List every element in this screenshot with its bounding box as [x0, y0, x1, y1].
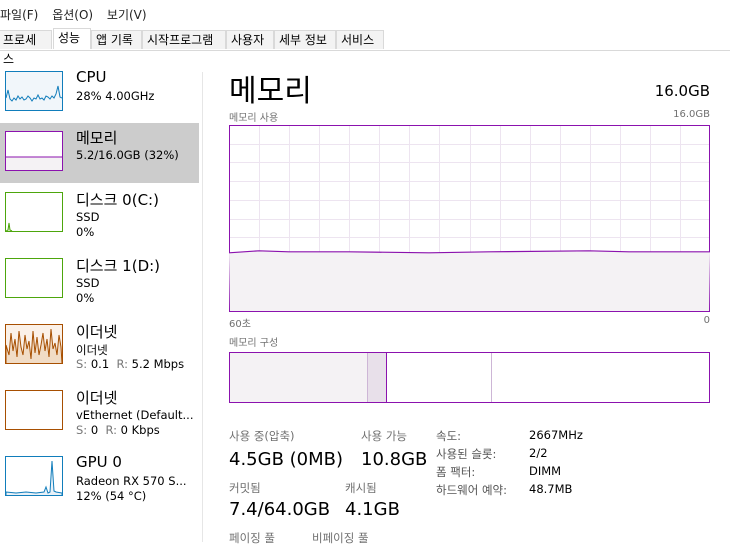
memory-sparkline — [6, 132, 62, 170]
form-factor-value: DIMM — [529, 464, 562, 478]
composition-modified[interactable] — [367, 353, 387, 402]
in-use-label: 사용 중(압축) — [229, 429, 295, 443]
sidebar-item-detail: SSD — [76, 210, 100, 224]
sidebar-item-throughput: S: 0.1 R: 5.2 Mbps — [76, 357, 185, 371]
committed-value: 7.4/64.0GB — [229, 499, 331, 520]
sidebar-item-title: 이더넷 — [76, 323, 118, 341]
graph-time-end: 0 — [703, 315, 710, 326]
composition-label: 메모리 구성 — [229, 338, 279, 349]
sidebar-item-title: 디스크 1(D:) — [76, 257, 161, 275]
disk0-sparkline — [5, 222, 13, 232]
sidebar-item-disk1[interactable]: 디스크 1(D:) SSD 0% — [0, 251, 199, 311]
cpu-sparkline — [5, 72, 63, 110]
sidebar-item-detail: 이더넷 — [76, 343, 108, 357]
sidebar-item-vethernet[interactable]: 이더넷 vEthernet (Default... S: 0 R: 0 Kbps — [0, 383, 199, 443]
available-value: 10.8GB — [361, 449, 428, 470]
usage-graph-max: 16.0GB — [673, 109, 710, 120]
page-title: 메모리 — [229, 74, 312, 109]
sidebar-item-title: CPU — [76, 68, 107, 86]
sidebar-item-detail: vEthernet (Default... — [76, 408, 194, 422]
cpu-thumbnail — [5, 71, 63, 111]
tab-details[interactable]: 세부 정보 — [274, 30, 336, 49]
hardware-reserved-label: 하드웨어 예약: — [436, 483, 508, 497]
speed-value: 2667MHz — [529, 428, 583, 442]
memory-usage-graph — [229, 125, 710, 312]
sidebar-item-detail: Radeon RX 570 S... — [76, 474, 187, 488]
tab-performance[interactable]: 성능 — [53, 28, 91, 49]
graph-time-start: 60초 — [229, 319, 251, 330]
nonpaged-pool-label: 비페이징 풀 — [312, 531, 369, 545]
sidebar-item-throughput: S: 0 R: 0 Kbps — [76, 423, 160, 437]
in-use-value: 4.5GB (0MB) — [229, 449, 344, 470]
sidebar-item-title: 디스크 0(C:) — [76, 191, 159, 209]
sidebar-item-title: GPU 0 — [76, 453, 122, 471]
ethernet-thumbnail — [5, 324, 63, 364]
sidebar-item-title: 이더넷 — [76, 389, 118, 407]
memory-thumbnail — [5, 131, 63, 171]
total-memory: 16.0GB — [654, 82, 710, 100]
menu-bar: 파일(F) 옵션(O) 보기(V) — [0, 6, 157, 24]
composition-in-use[interactable] — [230, 353, 367, 402]
sidebar-item-detail: 28% 4.00GHz — [76, 89, 155, 103]
committed-label: 커밋됨 — [229, 481, 261, 495]
tab-app-history[interactable]: 앱 기록 — [91, 30, 142, 49]
hardware-reserved-value: 48.7MB — [529, 482, 573, 496]
form-factor-label: 폼 팩터: — [436, 465, 476, 479]
gpu-thumbnail — [5, 456, 63, 496]
disk1-thumbnail — [5, 258, 63, 298]
tab-startup[interactable]: 시작프로그램 — [142, 30, 226, 49]
sidebar-item-title: 메모리 — [76, 129, 118, 147]
disk0-thumbnail — [5, 192, 63, 232]
ethernet-sparkline — [5, 325, 63, 364]
composition-standby-divider — [491, 353, 492, 402]
composition-divider — [386, 353, 387, 402]
performance-sidebar: CPU 28% 4.00GHz 메모리 5.2/16.0GB (32%) 디스크… — [0, 52, 202, 545]
menu-view[interactable]: 보기(V) — [107, 8, 147, 22]
available-label: 사용 가능 — [361, 429, 407, 443]
cached-value: 4.1GB — [345, 499, 400, 520]
sidebar-item-detail: 5.2/16.0GB (32%) — [76, 148, 179, 162]
slots-value: 2/2 — [529, 446, 548, 460]
tab-users[interactable]: 사용자 — [226, 30, 274, 49]
cached-label: 캐시됨 — [345, 481, 377, 495]
tab-services[interactable]: 서비스 — [336, 30, 384, 49]
tab-processes[interactable]: 프로세스 — [0, 30, 52, 66]
sidebar-item-usage: 12% (54 °C) — [76, 489, 147, 503]
paged-pool-label: 페이징 풀 — [229, 531, 275, 545]
tab-strip: 프로세스 성능 앱 기록 시작프로그램 사용자 세부 정보 서비스 — [0, 28, 730, 66]
speed-label: 속도: — [436, 429, 462, 443]
gpu-sparkline — [5, 460, 63, 495]
sidebar-item-ethernet[interactable]: 이더넷 이더넷 S: 0.1 R: 5.2 Mbps — [0, 317, 199, 377]
sidebar-item-usage: 0% — [76, 291, 95, 305]
memory-composition-bar — [229, 352, 710, 403]
sidebar-item-cpu[interactable]: CPU 28% 4.00GHz — [0, 64, 199, 124]
sidebar-divider — [202, 72, 203, 542]
vethernet-thumbnail — [5, 390, 63, 430]
menu-file[interactable]: 파일(F) — [0, 8, 38, 22]
sidebar-item-usage: 0% — [76, 225, 95, 239]
menu-options[interactable]: 옵션(O) — [52, 8, 93, 22]
sidebar-item-disk0[interactable]: 디스크 0(C:) SSD 0% — [0, 185, 199, 245]
slots-label: 사용된 슬롯: — [436, 447, 497, 461]
sidebar-item-gpu[interactable]: GPU 0 Radeon RX 570 S... 12% (54 °C) — [0, 449, 199, 509]
sidebar-item-memory[interactable]: 메모리 5.2/16.0GB (32%) — [0, 123, 199, 183]
usage-graph-label: 메모리 사용 — [229, 113, 279, 124]
sidebar-item-detail: SSD — [76, 276, 100, 290]
